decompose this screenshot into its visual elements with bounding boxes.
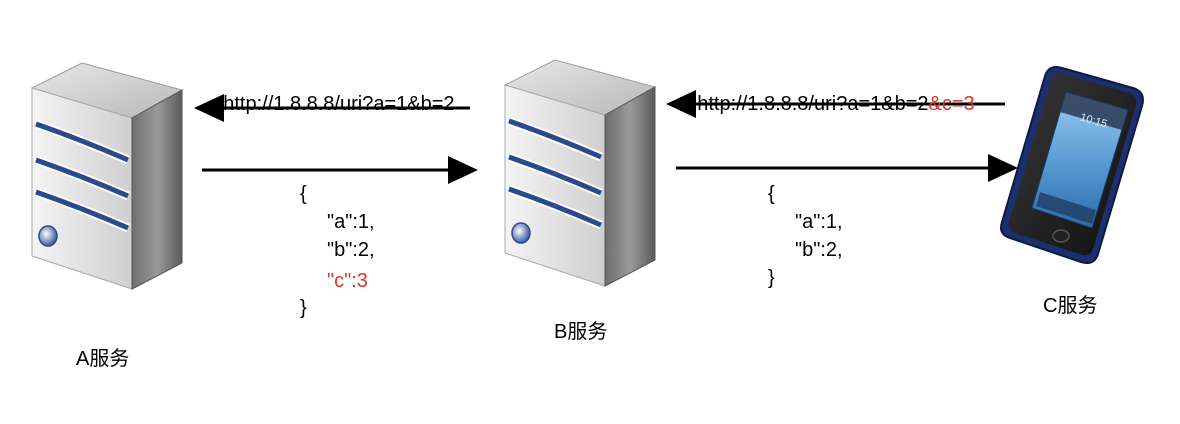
- node-label-a: A服务: [76, 348, 130, 370]
- response-a-line-b: "b":2,: [327, 239, 375, 261]
- request-url-b-to-a: http://1.8.8.8/uri?a=1&b=2: [201, 62, 455, 146]
- response-a-line-a: "a":1,: [327, 211, 375, 233]
- response-a-line-c: "c":3: [327, 270, 368, 292]
- response-b-line-b: "b":2,: [795, 239, 843, 261]
- response-a-close-brace: }: [300, 297, 307, 319]
- request-url-text: http://1.8.8.8/uri?a=1&b=2: [697, 93, 929, 115]
- response-b-line-a: "a":1,: [795, 211, 843, 233]
- request-url-text: http://1.8.8.8/uri?a=1&b=2: [223, 93, 455, 115]
- response-a-open-brace: {: [300, 183, 307, 205]
- diagram-canvas: 10:15 http://1.8.8.8/uri?a=1&b=2 http://…: [0, 0, 1180, 424]
- diagram-graphics: 10:15: [30, 59, 1144, 290]
- request-extra-param: &c=3: [928, 93, 975, 115]
- server-a-icon: [30, 62, 184, 290]
- request-url-c-to-b: http://1.8.8.8/uri?a=1&b=2&c=3: [675, 62, 975, 146]
- node-label-b: B服务: [554, 321, 608, 343]
- response-b-open-brace: {: [768, 183, 775, 205]
- arrow-b-to-c-response: [676, 154, 1018, 182]
- response-b-close-brace: }: [768, 267, 775, 289]
- node-label-c: C服务: [1043, 295, 1098, 317]
- arrow-a-to-b-response: [202, 156, 478, 184]
- server-b-icon: [503, 59, 657, 287]
- smartphone-c-icon: 10:15: [1000, 66, 1144, 264]
